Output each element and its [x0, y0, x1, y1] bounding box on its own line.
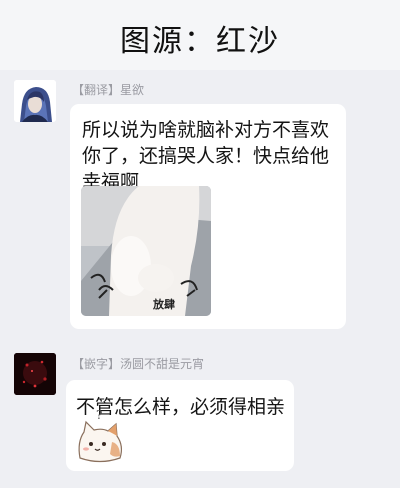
sender-name: 【嵌字】汤圆不甜是元宵 — [72, 357, 205, 371]
message-text: 不管怎么样，必须得相亲 — [76, 396, 286, 418]
avatar-illustration — [14, 80, 56, 122]
top-banner: 图源：红沙 — [0, 0, 400, 70]
message-text: 所以说为啥就脑补对方不喜欢你了，还搞哭人家！快点给他幸福啊 — [82, 119, 330, 193]
message-bubble[interactable]: 不管怎么样，必须得相亲 ? — [66, 380, 294, 471]
message-bubble[interactable]: 所以说为啥就脑补对方不喜欢你了，还搞哭人家！快点给他幸福啊 放肆 — [70, 104, 346, 329]
cat-paw-illustration — [81, 186, 211, 316]
cat-sticker-icon[interactable]: ? — [74, 408, 126, 466]
sticker-question-mark: ? — [96, 408, 103, 422]
image-caption: 放肆 — [153, 298, 175, 311]
cat-paw-image[interactable]: 放肆 — [81, 186, 211, 316]
sender-name: 【翻译】星欲 — [72, 83, 145, 97]
avatar[interactable] — [14, 80, 56, 122]
avatar[interactable] — [14, 353, 56, 395]
cat-face-icon — [78, 420, 123, 463]
avatar-illustration — [14, 353, 56, 395]
page-title: 图源：红沙 — [120, 24, 280, 59]
